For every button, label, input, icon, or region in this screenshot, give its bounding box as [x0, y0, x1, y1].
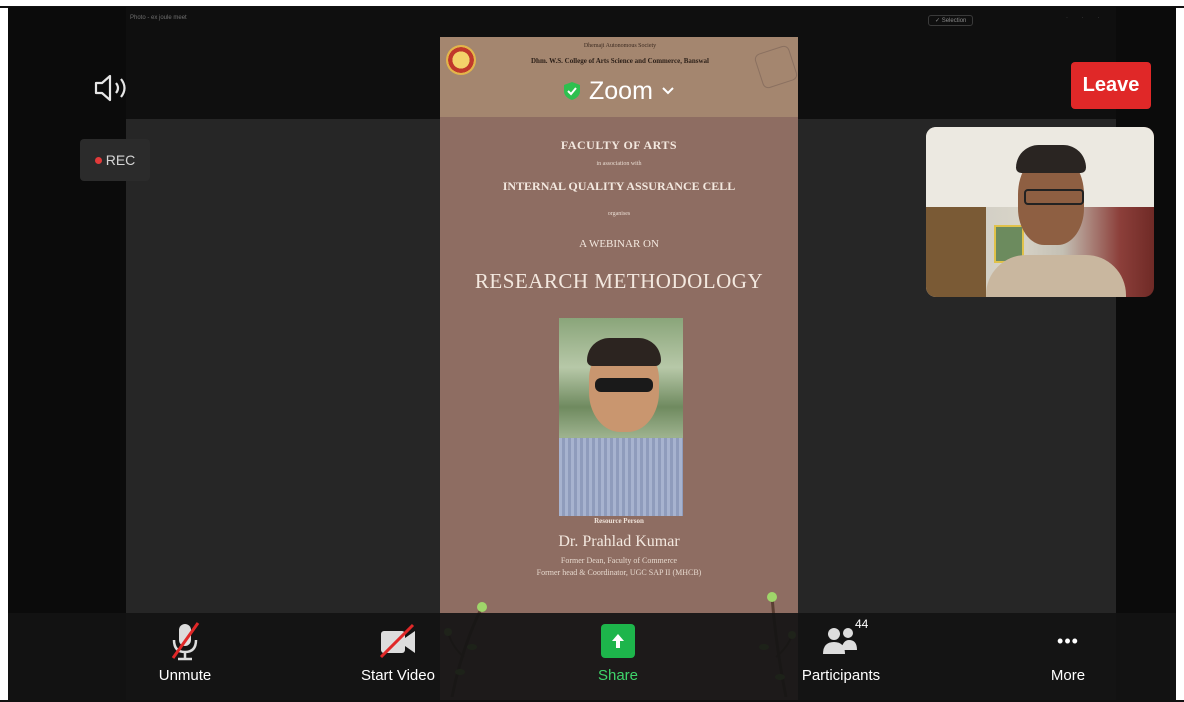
unmute-label: Unmute	[158, 667, 212, 684]
recording-indicator[interactable]: REC	[80, 139, 150, 181]
unmute-button[interactable]: Unmute	[146, 619, 224, 684]
participants-label: Participants	[801, 667, 881, 684]
start-video-button[interactable]: Start Video	[350, 619, 446, 684]
rec-label: REC	[105, 152, 136, 168]
share-button[interactable]: Share	[586, 619, 650, 684]
speaker-icon[interactable]	[90, 71, 134, 105]
poster-institution-line2: Dhm. W.S. College of Arts Science and Co…	[531, 57, 709, 65]
shield-icon	[564, 82, 580, 100]
participants-button[interactable]: 44 Participants	[798, 617, 884, 684]
poster-webinar: A WEBINAR ON	[579, 238, 659, 250]
zoom-window: Photo - ex joule meet ✓ Selection · · · …	[8, 7, 1176, 700]
poster-organises: organises	[607, 211, 631, 217]
participant-count: 44	[855, 617, 869, 631]
zoom-menu[interactable]: Zoom	[563, 75, 675, 107]
window-title: Photo - ex joule meet	[130, 15, 187, 21]
more-button[interactable]: ••• More	[1040, 619, 1096, 685]
share-icon	[601, 624, 635, 658]
poster-speaker-name: Dr. Prahlad Kumar	[558, 533, 680, 550]
more-label: More	[1050, 667, 1086, 684]
poster-institution-line1: Dhemaji Autonomous Society	[583, 43, 657, 49]
zoom-title-label: Zoom	[589, 76, 653, 105]
poster-designation2: Former head & Coordinator, UGC SAP II (M…	[536, 568, 702, 577]
chevron-down-icon	[662, 87, 674, 95]
poster-iqac: INTERNAL QUALITY ASSURANCE CELL	[502, 179, 736, 193]
poster-designation1: Former Dean, Faculty of Commerce	[560, 556, 678, 565]
participant-video-tile[interactable]	[926, 127, 1154, 297]
share-label: Share	[597, 667, 639, 684]
more-icon: •••	[1057, 630, 1079, 651]
poster-resource-label: Resource Person	[594, 517, 644, 525]
record-dot-icon	[94, 156, 102, 164]
microphone-muted-icon	[171, 622, 200, 661]
start-video-label: Start Video	[361, 667, 435, 684]
left-edge	[8, 7, 126, 700]
leave-button[interactable]: Leave	[1071, 62, 1151, 109]
selection-chip[interactable]: ✓ Selection	[928, 15, 974, 26]
speaker-photo	[559, 318, 683, 516]
right-edge	[1116, 7, 1176, 700]
window-controls[interactable]: · · ·	[1066, 15, 1105, 21]
poster-topic: RESEARCH METHODOLOGY	[474, 269, 764, 293]
shared-screen-poster: Dhemaji Autonomous Society Dhm. W.S. Col…	[440, 37, 798, 700]
college-logo	[446, 45, 476, 75]
poster-faculty: FACULTY OF ARTS	[560, 138, 678, 152]
poster-collab: in association with	[596, 161, 642, 167]
video-off-icon	[379, 623, 415, 659]
